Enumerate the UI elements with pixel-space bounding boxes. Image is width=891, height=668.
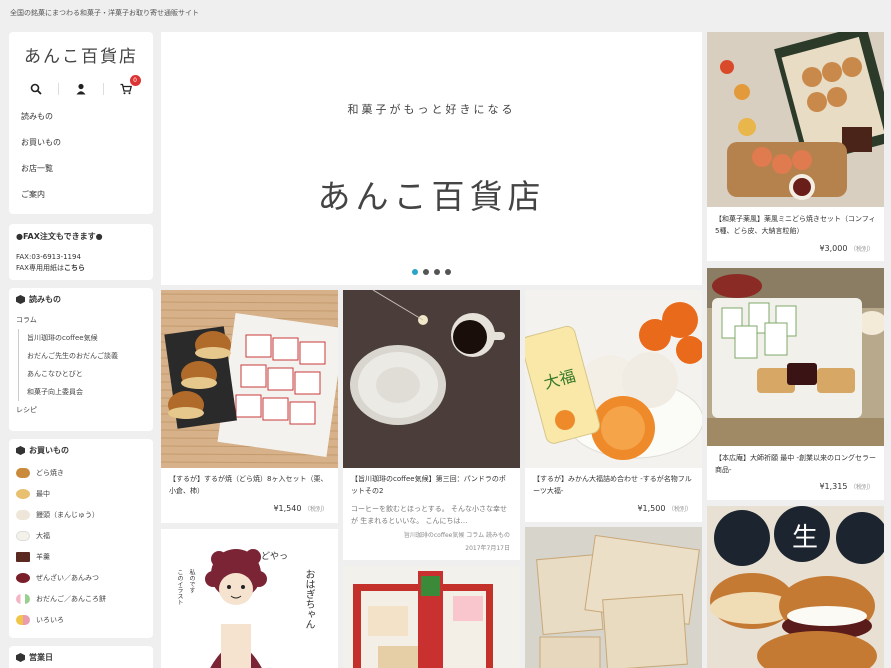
category-label: 饅頭（まんじゅう） (36, 510, 99, 519)
zenzai-icon (16, 572, 30, 583)
product-card[interactable]: 大福 【するが】みかん大福詰め合わせ -するが名物フルーツ大福- ¥1,500 … (525, 290, 702, 522)
product-price: ¥1,500 （税別） (637, 504, 692, 513)
carousel-dot[interactable] (423, 269, 429, 275)
category-daifuku[interactable]: 大福 (16, 525, 146, 546)
category-yokan[interactable]: 羊羹 (16, 546, 146, 567)
product-image (525, 527, 702, 668)
product-image (707, 268, 884, 446)
illustration-card[interactable]: どやっ おはぎちゃん このイラスト 私のです (161, 529, 338, 668)
illustration-text-4: 私のです (188, 569, 195, 593)
category-misc[interactable]: いろいろ (16, 609, 146, 630)
daifuku-icon (16, 530, 30, 541)
fax-title: ●FAX注文もできます● (16, 232, 103, 241)
illustration-text-2: おはぎちゃん (303, 569, 314, 629)
product-image: 生 (707, 506, 884, 668)
category-manju[interactable]: 饅頭（まんじゅう） (16, 504, 146, 525)
cart-icon[interactable]: 0 (117, 75, 141, 97)
reading-column-link[interactable]: コラム (16, 311, 146, 329)
category-zenzai[interactable]: ぜんざい／あんみつ (16, 567, 146, 588)
reading-panel: 読みもの コラム 旨川珈琲のcoffee気候 おだんご先生のおだんご談義 あんこ… (9, 288, 153, 431)
product-title[interactable]: 【するが】みかん大福詰め合わせ -するが名物フルーツ大福- (533, 473, 694, 497)
icon-divider (102, 83, 104, 95)
cube-icon (16, 446, 25, 455)
sidebar-logo-panel: あんこ百貨店 0 読みもの お買いもの お店一覧 ご案内 (9, 32, 153, 214)
calendar-icon (16, 653, 25, 662)
category-label: ぜんざい／あんみつ (36, 573, 99, 582)
product-image (707, 32, 884, 207)
site-logo[interactable]: あんこ百貨店 (9, 32, 153, 67)
misc-sweets-icon (16, 614, 30, 625)
business-days-title: 営業日 (29, 653, 53, 662)
shopping-panel: お買いもの どら焼き 最中 饅頭（まんじゅう） 大福 羊羹 ぜんざい／あんみつ … (9, 439, 153, 638)
category-dango[interactable]: おだんご／あんころ餅 (16, 588, 146, 609)
article-image (343, 290, 520, 468)
nav-item-shops[interactable]: お店一覧 (21, 161, 141, 187)
fax-order-panel: ●FAX注文もできます● FAX:03-6913-1194 FAX専用用紙はこち… (9, 224, 153, 280)
search-icon[interactable] (27, 81, 45, 97)
product-price: ¥1,315 （税別） (819, 482, 874, 491)
category-label: 最中 (36, 489, 50, 498)
illustration-text-3: このイラスト (176, 569, 183, 605)
reading-title: 読みもの (29, 295, 61, 304)
category-label: どら焼き (36, 468, 64, 477)
cart-count-badge: 0 (129, 75, 141, 86)
fax-form-text: FAX専用用紙は (16, 264, 64, 272)
category-label: 大福 (36, 531, 50, 540)
nav-item-reading[interactable]: 読みもの (21, 109, 141, 135)
product-card[interactable] (343, 566, 520, 668)
hero-title: あんこ百貨店 (317, 177, 546, 216)
monaka-icon (16, 488, 30, 499)
product-card[interactable] (525, 527, 702, 668)
product-title[interactable]: 【本広庵】大師祈願 最中 -創業以来のロングセラー商品- (715, 452, 876, 476)
yokan-icon (16, 551, 30, 562)
category-dorayaki[interactable]: どら焼き (16, 462, 146, 483)
article-card[interactable]: 【旨川珈琲のcoffee気候】第三回：パンドラのポットその2 コーヒーを飲むとほ… (343, 290, 520, 560)
manju-icon (16, 509, 30, 520)
nav-item-guide[interactable]: ご案内 (21, 187, 141, 213)
hero-banner[interactable]: 和菓子がもっと好きになる あんこ百貨店 (161, 32, 702, 285)
reading-subitem[interactable]: 和菓子向上委員会 (18, 383, 146, 401)
dorayaki-icon (16, 467, 30, 478)
hero-subtitle: 和菓子がもっと好きになる (347, 103, 516, 116)
product-image (343, 566, 520, 668)
carousel-dot[interactable] (445, 269, 451, 275)
article-excerpt: コーヒーを飲むとほっとする。 そんな小さな幸せが 生まれるといいな。 こんにちは… (351, 505, 508, 525)
category-monaka[interactable]: 最中 (16, 483, 146, 504)
svg-text:生: 生 (792, 523, 818, 553)
site-tagline: 全国の銘菓にまつわる和菓子・洋菓子お取り寄せ通販サイト (10, 9, 199, 17)
category-label: 羊羹 (36, 552, 50, 561)
illustration-text-1: どやっ (261, 552, 289, 562)
user-icon[interactable] (72, 81, 90, 97)
cube-icon (16, 295, 25, 304)
article-author[interactable]: 旨川珈琲のcoffee気候 コラム 読みもの (404, 530, 510, 542)
carousel-dot[interactable] (412, 269, 418, 275)
article-date: 2017年7月17日 (465, 545, 510, 552)
article-title[interactable]: 【旨川珈琲のcoffee気候】第三回：パンドラのポットその2 (351, 473, 512, 497)
carousel-dot[interactable] (434, 269, 440, 275)
category-label: おだんご／あんころ餅 (36, 594, 106, 603)
dango-icon (16, 593, 30, 604)
reading-recipe-link[interactable]: レシピ (16, 401, 146, 419)
product-title[interactable]: 【するが】するが焼（どら焼）8ヶ入セット（栗、小倉、柿） (169, 473, 330, 497)
product-image: 大福 (525, 290, 702, 468)
product-price: ¥1,540 （税別） (273, 504, 328, 513)
product-image (161, 290, 338, 468)
nav-item-shopping[interactable]: お買いもの (21, 135, 141, 161)
reading-subitem[interactable]: おだんご先生のおだんご談義 (18, 347, 146, 365)
fax-number: FAX:03-6913-1194 (16, 253, 81, 261)
product-card[interactable]: 生 (707, 506, 884, 668)
business-days-panel: 営業日 (9, 646, 153, 668)
reading-subitem[interactable]: あんこなひとびと (18, 365, 146, 383)
product-card[interactable]: 【本広庵】大師祈願 最中 -創業以来のロングセラー商品- ¥1,315 （税別） (707, 268, 884, 500)
reading-subitem[interactable]: 旨川珈琲のcoffee気候 (18, 329, 146, 347)
product-title[interactable]: 【和菓子薬風】薬風ミニどら焼きセット（コンフィ5種、どら皮、大納言粒餡） (715, 213, 876, 237)
category-label: いろいろ (36, 615, 64, 624)
product-card[interactable]: 【和菓子薬風】薬風ミニどら焼きセット（コンフィ5種、どら皮、大納言粒餡） ¥3,… (707, 32, 884, 261)
product-card[interactable]: 【するが】するが焼（どら焼）8ヶ入セット（栗、小倉、柿） ¥1,540 （税別） (161, 290, 338, 523)
shopping-title: お買いもの (29, 446, 69, 455)
icon-divider (58, 83, 60, 95)
fax-form-link[interactable]: こちら (64, 264, 85, 272)
product-price: ¥3,000 （税別） (819, 244, 874, 253)
